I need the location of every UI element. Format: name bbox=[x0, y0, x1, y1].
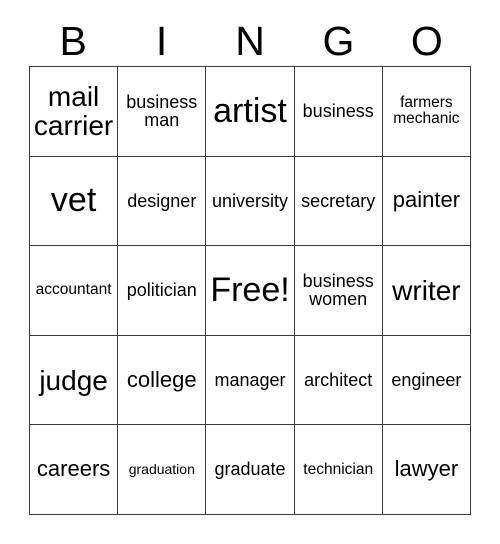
bingo-cell-label: graduation bbox=[128, 461, 195, 478]
bingo-cell[interactable]: farmers mechanic bbox=[382, 67, 471, 157]
bingo-cell[interactable]: college bbox=[118, 335, 207, 426]
bingo-cell-label: manager bbox=[214, 369, 286, 390]
bingo-cell-label: business man bbox=[126, 91, 198, 131]
bingo-cell-label: business women bbox=[302, 270, 374, 310]
bingo-cell-label: judge bbox=[39, 364, 108, 396]
bingo-cell-label: mail carrier bbox=[33, 81, 114, 142]
bingo-cell[interactable]: lawyer bbox=[382, 425, 471, 515]
bingo-cell[interactable]: graduate bbox=[206, 425, 295, 515]
bingo-cell[interactable]: architect bbox=[294, 335, 383, 426]
bingo-cell[interactable]: business bbox=[294, 67, 383, 157]
bingo-cell-label: careers bbox=[36, 456, 111, 482]
bingo-cell-label: college bbox=[126, 366, 197, 392]
bingo-header-letter-b: B bbox=[59, 17, 87, 64]
bingo-cell[interactable]: vet bbox=[30, 156, 119, 247]
bingo-cell-label: writer bbox=[392, 274, 461, 306]
bingo-cell-label: accountant bbox=[35, 281, 112, 299]
bingo-cell[interactable]: manager bbox=[206, 335, 295, 426]
bingo-header-row: B I N G O bbox=[29, 16, 471, 66]
bingo-cell-label: vet bbox=[50, 181, 97, 220]
bingo-cell[interactable]: business man bbox=[118, 67, 207, 157]
bingo-cell[interactable]: artist bbox=[206, 67, 295, 157]
bingo-cell[interactable]: politician bbox=[118, 246, 207, 336]
bingo-cell[interactable]: mail carrier bbox=[30, 67, 119, 157]
bingo-cell-label: business bbox=[302, 100, 374, 121]
bingo-cell[interactable]: secretary bbox=[294, 156, 383, 247]
bingo-cell-label: graduate bbox=[214, 459, 286, 480]
bingo-cell-label: politician bbox=[126, 280, 197, 301]
bingo-free-space-cell[interactable]: Free! bbox=[206, 246, 295, 336]
bingo-cell[interactable]: graduation bbox=[118, 425, 207, 515]
bingo-cell[interactable]: judge bbox=[30, 335, 119, 426]
bingo-cell[interactable]: painter bbox=[382, 156, 471, 247]
bingo-header-letter-n: N bbox=[235, 17, 265, 64]
bingo-card: B I N G O mail carrier business man artist… bbox=[0, 0, 500, 544]
bingo-cell-label: painter bbox=[392, 187, 461, 213]
bingo-cell[interactable]: technician bbox=[294, 425, 383, 515]
bingo-header-letter-i: I bbox=[155, 17, 168, 64]
bingo-cell-label: secretary bbox=[301, 190, 376, 211]
bingo-cell-label: university bbox=[211, 190, 288, 211]
bingo-cell-label: engineer bbox=[391, 369, 462, 390]
bingo-header-letter-g: G bbox=[322, 17, 355, 64]
bingo-cell[interactable]: business women bbox=[294, 246, 383, 336]
bingo-cell[interactable]: writer bbox=[382, 246, 471, 336]
bingo-cell-label: artist bbox=[213, 91, 287, 130]
bingo-cell-label: farmers mechanic bbox=[393, 94, 460, 128]
bingo-cell[interactable]: engineer bbox=[382, 335, 471, 426]
bingo-cell[interactable]: careers bbox=[30, 425, 119, 515]
bingo-header-letter-o: O bbox=[410, 17, 443, 64]
bingo-cell-label: designer bbox=[127, 190, 197, 211]
bingo-grid: mail carrier business man artist business fa… bbox=[29, 66, 471, 515]
bingo-cell[interactable]: accountant bbox=[30, 246, 119, 336]
bingo-cell-label: architect bbox=[304, 369, 373, 390]
bingo-cell[interactable]: designer bbox=[118, 156, 207, 247]
bingo-cell-label: technician bbox=[303, 460, 374, 478]
bingo-cell[interactable]: university bbox=[206, 156, 295, 247]
bingo-cell-label: Free! bbox=[210, 270, 290, 309]
bingo-cell-label: lawyer bbox=[394, 456, 459, 482]
